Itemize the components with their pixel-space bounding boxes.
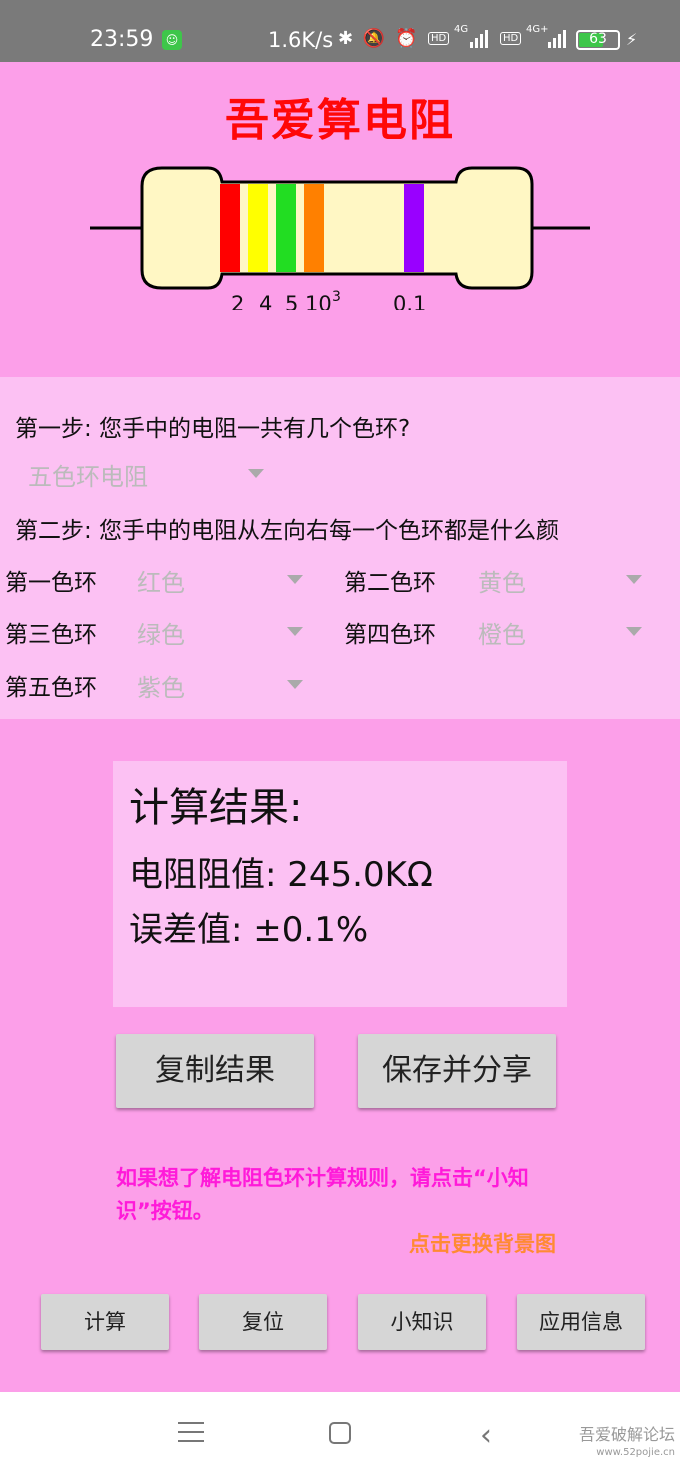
watermark-url: www.52pojie.cn xyxy=(596,1447,675,1458)
resistance-value: 电阻阻值: 245.0KΩ xyxy=(129,855,433,895)
back-icon[interactable]: ‹ xyxy=(480,1418,492,1453)
app-title: 吾爱算电阻 xyxy=(225,95,455,146)
color-band-2 xyxy=(248,184,268,272)
chevron-down-icon xyxy=(287,575,303,584)
hint-text: 如果想了解电阻色环计算规则，请点击“小知识”按钮。 xyxy=(116,1166,529,1223)
color-band-1 xyxy=(220,184,240,272)
tips-button[interactable]: 小知识 xyxy=(358,1294,486,1350)
save-share-button[interactable]: 保存并分享 xyxy=(358,1034,556,1108)
chevron-down-icon xyxy=(248,469,264,478)
watermark: 吾爱破解论坛 www.52pojie.cn xyxy=(560,1426,675,1462)
ring5-dropdown[interactable]: 紫色 xyxy=(137,664,307,704)
network-type-2: 4G+ xyxy=(526,24,549,35)
battery-icon: 63 xyxy=(576,30,620,50)
network-type-1: 4G xyxy=(454,24,469,35)
change-background-link[interactable]: 点击更换背景图 xyxy=(409,1228,556,1258)
step2-question: 第二步: 您手中的电阻从左向右每一个色环都是什么颜 xyxy=(15,518,560,544)
chevron-down-icon xyxy=(287,680,303,689)
bluetooth-mute-alarm-icons: ✱ 🔕 ⏰ xyxy=(338,28,420,49)
result-heading: 计算结果: xyxy=(129,785,303,831)
status-time: 23:59 xyxy=(90,27,154,52)
ring-count-value: 五色环电阻 xyxy=(28,463,148,491)
ring4-label: 第四色环 xyxy=(344,622,436,648)
band-label: 2 xyxy=(231,292,244,310)
ring-count-dropdown[interactable]: 五色环电阻 xyxy=(28,453,268,493)
signal-icon-2 xyxy=(548,26,566,48)
result-box: 计算结果: 电阻阻值: 245.0KΩ 误差值: ±0.1% xyxy=(113,761,567,1007)
chevron-down-icon xyxy=(626,575,642,584)
band-label-exponent: 3 xyxy=(332,289,341,305)
chevron-down-icon xyxy=(287,627,303,636)
status-network-speed: 1.6K/s xyxy=(268,28,334,52)
hd-badge-1: HD xyxy=(428,32,450,45)
ring5-value: 紫色 xyxy=(137,674,185,702)
ring5-label: 第五色环 xyxy=(5,675,97,701)
ring2-dropdown[interactable]: 黄色 xyxy=(478,559,648,599)
tolerance-value: 误差值: ±0.1% xyxy=(129,910,369,950)
android-icon: ☺ xyxy=(162,30,182,50)
ring3-value: 绿色 xyxy=(137,621,185,649)
calculate-button[interactable]: 计算 xyxy=(41,1294,169,1350)
color-band-5 xyxy=(404,184,424,272)
app-info-button[interactable]: 应用信息 xyxy=(517,1294,645,1350)
ring3-label: 第三色环 xyxy=(5,622,97,648)
ring4-dropdown[interactable]: 橙色 xyxy=(478,611,648,651)
band-label: 10 xyxy=(305,292,332,310)
ring3-dropdown[interactable]: 绿色 xyxy=(137,611,307,651)
hd-badge-2: HD xyxy=(500,32,522,45)
band-label: 4 xyxy=(259,292,272,310)
menu-icon[interactable] xyxy=(178,1422,204,1449)
status-bar: 23:59 ☺ 1.6K/s ✱ 🔕 ⏰ HD 4G HD 4G+ 63 ⚡ xyxy=(0,0,680,62)
band-label: 0.1 xyxy=(393,292,426,310)
ring1-dropdown[interactable]: 红色 xyxy=(137,559,307,599)
ring1-label: 第一色环 xyxy=(5,570,97,596)
ring2-value: 黄色 xyxy=(478,569,526,597)
battery-level: 63 xyxy=(589,31,607,47)
selection-panel: 第一步: 您手中的电阻一共有几个色环? 五色环电阻 第二步: 您手中的电阻从左向… xyxy=(0,377,680,719)
resistor-illustration: 2 4 5 10 3 0.1 xyxy=(90,166,590,310)
ring4-value: 橙色 xyxy=(478,621,526,649)
color-band-3 xyxy=(276,184,296,272)
ring1-value: 红色 xyxy=(137,569,185,597)
home-icon[interactable] xyxy=(329,1422,351,1444)
reset-button[interactable]: 复位 xyxy=(199,1294,327,1350)
watermark-text: 吾爱破解论坛 xyxy=(578,1425,675,1444)
color-band-4 xyxy=(304,184,324,272)
band-label: 5 xyxy=(285,292,298,310)
resistor-body xyxy=(140,166,534,290)
step1-question: 第一步: 您手中的电阻一共有几个色环? xyxy=(15,416,411,442)
ring2-label: 第二色环 xyxy=(344,570,436,596)
charging-icon: ⚡ xyxy=(626,30,638,49)
copy-result-button[interactable]: 复制结果 xyxy=(116,1034,314,1108)
signal-icon-1 xyxy=(470,26,488,48)
chevron-down-icon xyxy=(626,627,642,636)
